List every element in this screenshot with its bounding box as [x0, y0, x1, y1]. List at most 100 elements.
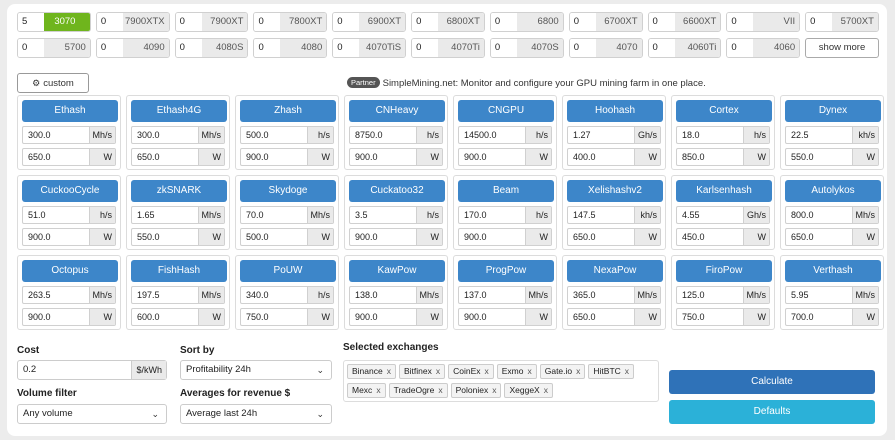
- hashrate-field[interactable]: 500.0 h/s: [240, 126, 334, 144]
- hashrate-field[interactable]: 14500.0 h/s: [458, 126, 552, 144]
- power-field[interactable]: 650.0 W: [785, 228, 879, 246]
- hashrate-field[interactable]: 5.95 Mh/s: [785, 286, 879, 304]
- gpu-count-input[interactable]: 0: [569, 39, 596, 57]
- gpu-count-input[interactable]: 0: [412, 39, 439, 57]
- power-field[interactable]: 900.0 W: [240, 148, 334, 166]
- gpu-item[interactable]: 0 4070Ti: [411, 38, 485, 58]
- gpu-item[interactable]: 0 4080S: [174, 38, 249, 58]
- gpu-item[interactable]: 0 6600XT: [647, 12, 722, 32]
- remove-tag-icon[interactable]: x: [485, 366, 489, 376]
- algo-toggle-button[interactable]: NexaPow: [567, 260, 663, 282]
- gpu-count-input[interactable]: 0: [727, 39, 754, 57]
- power-field[interactable]: 850.0 W: [676, 148, 770, 166]
- gpu-item[interactable]: 0 4070TiS: [332, 38, 407, 58]
- exchange-tag[interactable]: Exmo x: [496, 364, 537, 379]
- sort-by-select[interactable]: Profitability 24h ⌄: [180, 360, 332, 380]
- power-field[interactable]: 900.0 W: [22, 308, 116, 326]
- custom-button[interactable]: ⚙ custom: [17, 73, 89, 93]
- remove-tag-icon[interactable]: x: [376, 385, 380, 395]
- power-field[interactable]: 900.0 W: [458, 228, 552, 246]
- hashrate-field[interactable]: 365.0 Mh/s: [567, 286, 661, 304]
- power-field[interactable]: 650.0 W: [567, 308, 661, 326]
- gpu-item[interactable]: 0 VII: [726, 12, 801, 32]
- power-field[interactable]: 750.0 W: [240, 308, 334, 326]
- gpu-count-input[interactable]: 0: [333, 13, 360, 31]
- algo-toggle-button[interactable]: CNHeavy: [349, 100, 445, 122]
- power-field[interactable]: 900.0 W: [349, 228, 443, 246]
- remove-tag-icon[interactable]: x: [576, 366, 580, 376]
- power-field[interactable]: 550.0 W: [131, 228, 225, 246]
- algo-toggle-button[interactable]: Hoohash: [567, 100, 663, 122]
- algo-toggle-button[interactable]: Karlsenhash: [676, 180, 772, 202]
- power-field[interactable]: 900.0 W: [22, 228, 116, 246]
- exchange-tag[interactable]: Gate.io x: [539, 364, 586, 379]
- hashrate-field[interactable]: 170.0 h/s: [458, 206, 552, 224]
- gpu-count-input[interactable]: 0: [254, 13, 281, 31]
- hashrate-field[interactable]: 8750.0 h/s: [349, 126, 443, 144]
- remove-tag-icon[interactable]: x: [436, 366, 440, 376]
- power-field[interactable]: 900.0 W: [349, 308, 443, 326]
- exchanges-box[interactable]: Binance x Bitfinex x CoinEx x Exmo x Gate.io x Hit…: [343, 360, 659, 402]
- exchange-tag[interactable]: TradeOgre x: [388, 382, 448, 398]
- show-more-button[interactable]: show more: [805, 38, 879, 58]
- gpu-count-input[interactable]: 0: [96, 39, 123, 57]
- algo-toggle-button[interactable]: Beam: [458, 180, 554, 202]
- algo-toggle-button[interactable]: Ethash4G: [131, 100, 227, 122]
- hashrate-field[interactable]: 340.0 h/s: [240, 286, 334, 304]
- algo-toggle-button[interactable]: Cuckatoo32: [349, 180, 445, 202]
- exchange-tag[interactable]: XeggeX x: [504, 382, 553, 398]
- algo-toggle-button[interactable]: ProgPow: [458, 260, 554, 282]
- gpu-item[interactable]: 0 7800XT: [253, 12, 328, 32]
- hashrate-field[interactable]: 137.0 Mh/s: [458, 286, 552, 304]
- exchange-tag[interactable]: HitBTC x: [588, 364, 635, 379]
- hashrate-field[interactable]: 125.0 Mh/s: [676, 286, 770, 304]
- hashrate-field[interactable]: 51.0 h/s: [22, 206, 116, 224]
- gpu-item[interactable]: 0 4080: [253, 38, 328, 58]
- gpu-item[interactable]: 0 4070S: [489, 38, 564, 58]
- algo-toggle-button[interactable]: Skydoge: [240, 180, 336, 202]
- hashrate-field[interactable]: 300.0 Mh/s: [22, 126, 116, 144]
- algo-toggle-button[interactable]: Octopus: [22, 260, 118, 282]
- cost-field[interactable]: 0.2 $/kWh: [17, 360, 167, 380]
- algo-toggle-button[interactable]: Autolykos: [785, 180, 881, 202]
- hashrate-field[interactable]: 800.0 Mh/s: [785, 206, 879, 224]
- gpu-item[interactable]: 0 7900XTX: [95, 12, 170, 32]
- algo-toggle-button[interactable]: Ethash: [22, 100, 118, 122]
- gpu-count-input[interactable]: 0: [175, 13, 202, 31]
- gpu-item[interactable]: 0 4060Ti: [647, 38, 722, 58]
- power-field[interactable]: 550.0 W: [785, 148, 879, 166]
- power-field[interactable]: 650.0 W: [567, 228, 661, 246]
- hashrate-field[interactable]: 4.55 Gh/s: [676, 206, 770, 224]
- algo-toggle-button[interactable]: Cortex: [676, 100, 772, 122]
- hashrate-field[interactable]: 3.5 h/s: [349, 206, 443, 224]
- volume-filter-select[interactable]: Any volume ⌄: [17, 404, 167, 424]
- remove-tag-icon[interactable]: x: [492, 385, 496, 395]
- algo-toggle-button[interactable]: KawPow: [349, 260, 445, 282]
- gpu-item[interactable]: 0 6900XT: [332, 12, 407, 32]
- algo-toggle-button[interactable]: Xelishashv2: [567, 180, 663, 202]
- gpu-item[interactable]: 0 5700XT: [805, 12, 879, 32]
- gpu-count-input[interactable]: 0: [18, 39, 44, 57]
- gpu-item[interactable]: 0 4090: [95, 38, 170, 58]
- exchange-tag[interactable]: Poloniex x: [450, 382, 502, 398]
- hashrate-field[interactable]: 1.27 Gh/s: [567, 126, 661, 144]
- algo-toggle-button[interactable]: FiroPow: [676, 260, 772, 282]
- gpu-count-input[interactable]: 0: [490, 13, 517, 31]
- power-field[interactable]: 600.0 W: [131, 308, 225, 326]
- hashrate-field[interactable]: 22.5 kh/s: [785, 126, 879, 144]
- hashrate-field[interactable]: 147.5 kh/s: [567, 206, 661, 224]
- gpu-count-input[interactable]: 0: [569, 13, 596, 31]
- algo-toggle-button[interactable]: Dynex: [785, 100, 881, 122]
- algo-toggle-button[interactable]: Zhash: [240, 100, 336, 122]
- gpu-item[interactable]: 0 4070: [568, 38, 643, 58]
- algo-toggle-button[interactable]: zkSNARK: [131, 180, 227, 202]
- power-field[interactable]: 400.0 W: [567, 148, 661, 166]
- gpu-item[interactable]: 0 5700: [17, 38, 91, 58]
- algo-toggle-button[interactable]: FishHash: [131, 260, 227, 282]
- power-field[interactable]: 900.0 W: [349, 148, 443, 166]
- gpu-item[interactable]: 0 6700XT: [568, 12, 643, 32]
- gpu-count-input[interactable]: 0: [333, 39, 360, 57]
- partner-banner[interactable]: Partner SimpleMining.net: Monitor and con…: [347, 77, 706, 89]
- remove-tag-icon[interactable]: x: [527, 366, 531, 376]
- exchange-tag[interactable]: Bitfinex x: [398, 364, 446, 379]
